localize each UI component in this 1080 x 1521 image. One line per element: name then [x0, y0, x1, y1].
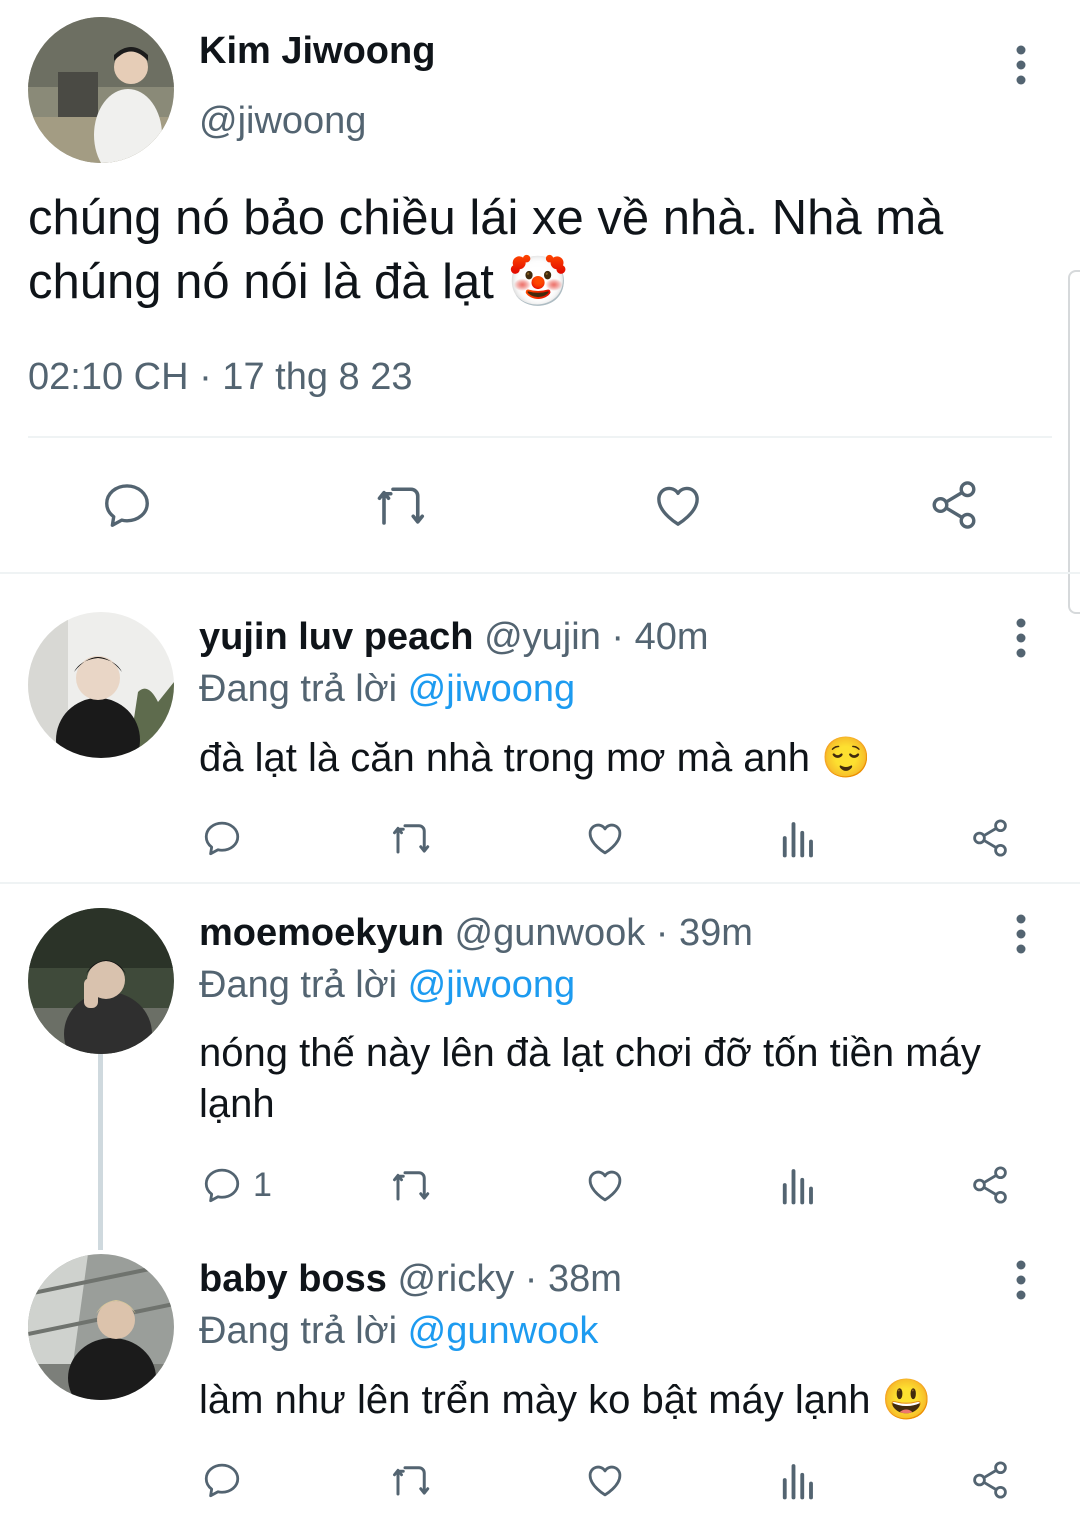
retweet-icon[interactable] [388, 1164, 436, 1206]
display-name[interactable]: yujin luv peach [199, 616, 474, 658]
avatar[interactable] [28, 612, 174, 758]
reply-icon[interactable] [201, 817, 243, 859]
reply-text-content: đà lạt là căn nhà trong mơ mà anh [199, 736, 811, 780]
timestamp[interactable]: 02:10 CH · 17 thg 8 23 [28, 356, 412, 399]
reply-text-line1: nóng thế này lên đà lạt chơi đỡ tốn tiền… [199, 1031, 981, 1075]
reply-header: baby boss @ricky · 38m [199, 1258, 622, 1301]
share-icon[interactable] [968, 817, 1012, 859]
display-name[interactable]: moemoekyun [199, 912, 444, 954]
more-icon[interactable] [1009, 45, 1033, 85]
more-icon[interactable] [1009, 914, 1033, 954]
reply-header: yujin luv peach @yujin · 40m [199, 616, 709, 659]
more-icon[interactable] [1009, 618, 1033, 658]
mention-link[interactable]: @jiwoong [408, 668, 575, 710]
divider [0, 572, 1080, 574]
replying-to: Đang trả lời @gunwook [199, 1310, 598, 1353]
avatar[interactable] [28, 908, 174, 1054]
reply-icon[interactable] [201, 1459, 243, 1501]
avatar[interactable] [28, 1254, 174, 1400]
share-icon[interactable] [968, 1164, 1012, 1206]
divider [0, 882, 1080, 884]
like-icon[interactable] [583, 1459, 627, 1501]
divider [28, 436, 1052, 438]
scrollbar[interactable] [1068, 270, 1080, 614]
replying-to: Đang trả lời @jiwoong [199, 964, 575, 1007]
thread-line [98, 1054, 103, 1250]
avatar[interactable] [28, 17, 174, 163]
retweet-icon[interactable] [372, 478, 432, 532]
reply-text-content: làm như lên trển mày ko bật máy lạnh [199, 1378, 871, 1422]
tweet-text-line2: chúng nó nói là đà lạt 🤡 [28, 253, 569, 310]
mention-link[interactable]: @jiwoong [408, 964, 575, 1006]
views-icon[interactable] [777, 1459, 817, 1501]
share-icon[interactable] [968, 1459, 1012, 1501]
retweet-icon[interactable] [388, 817, 436, 859]
like-icon[interactable] [650, 478, 706, 532]
reply-header: moemoekyun @gunwook · 39m [199, 912, 753, 955]
reply-text: làm như lên trển mày ko bật máy lạnh 😃 [199, 1376, 931, 1423]
mention-link[interactable]: @gunwook [408, 1310, 599, 1352]
reply-icon[interactable] [100, 478, 154, 532]
replying-label: Đang trả lời [199, 1310, 398, 1352]
relieved-emoji: 😌 [821, 736, 871, 780]
like-icon[interactable] [583, 817, 627, 859]
reply-text: đà lạt là căn nhà trong mơ mà anh 😌 [199, 734, 871, 781]
handle[interactable]: @jiwoong [199, 100, 366, 143]
replying-label: Đang trả lời [199, 668, 398, 710]
replying-label: Đang trả lời [199, 964, 398, 1006]
views-icon[interactable] [777, 817, 817, 859]
replying-to: Đang trả lời @jiwoong [199, 668, 575, 711]
smiley-emoji: 😃 [881, 1378, 932, 1422]
like-icon[interactable] [583, 1164, 627, 1206]
display-name[interactable]: Kim Jiwoong [199, 30, 435, 73]
display-name[interactable]: baby boss [199, 1258, 387, 1300]
reply-count: 1 [253, 1166, 272, 1204]
share-icon[interactable] [926, 478, 982, 532]
reply-text-line2: lạnh [199, 1082, 275, 1126]
more-icon[interactable] [1009, 1260, 1033, 1300]
clown-emoji: 🤡 [507, 255, 569, 309]
handle-time[interactable]: @yujin · 40m [484, 616, 708, 658]
handle-time[interactable]: @ricky · 38m [398, 1258, 622, 1300]
retweet-icon[interactable] [388, 1459, 436, 1501]
views-icon[interactable] [777, 1164, 817, 1206]
tweet-text-line1: chúng nó bảo chiều lái xe về nhà. Nhà mà [28, 191, 944, 245]
reply-icon[interactable] [201, 1164, 243, 1206]
tweet-text-content: chúng nó nói là đà lạt [28, 255, 494, 309]
handle-time[interactable]: @gunwook · 39m [455, 912, 753, 954]
